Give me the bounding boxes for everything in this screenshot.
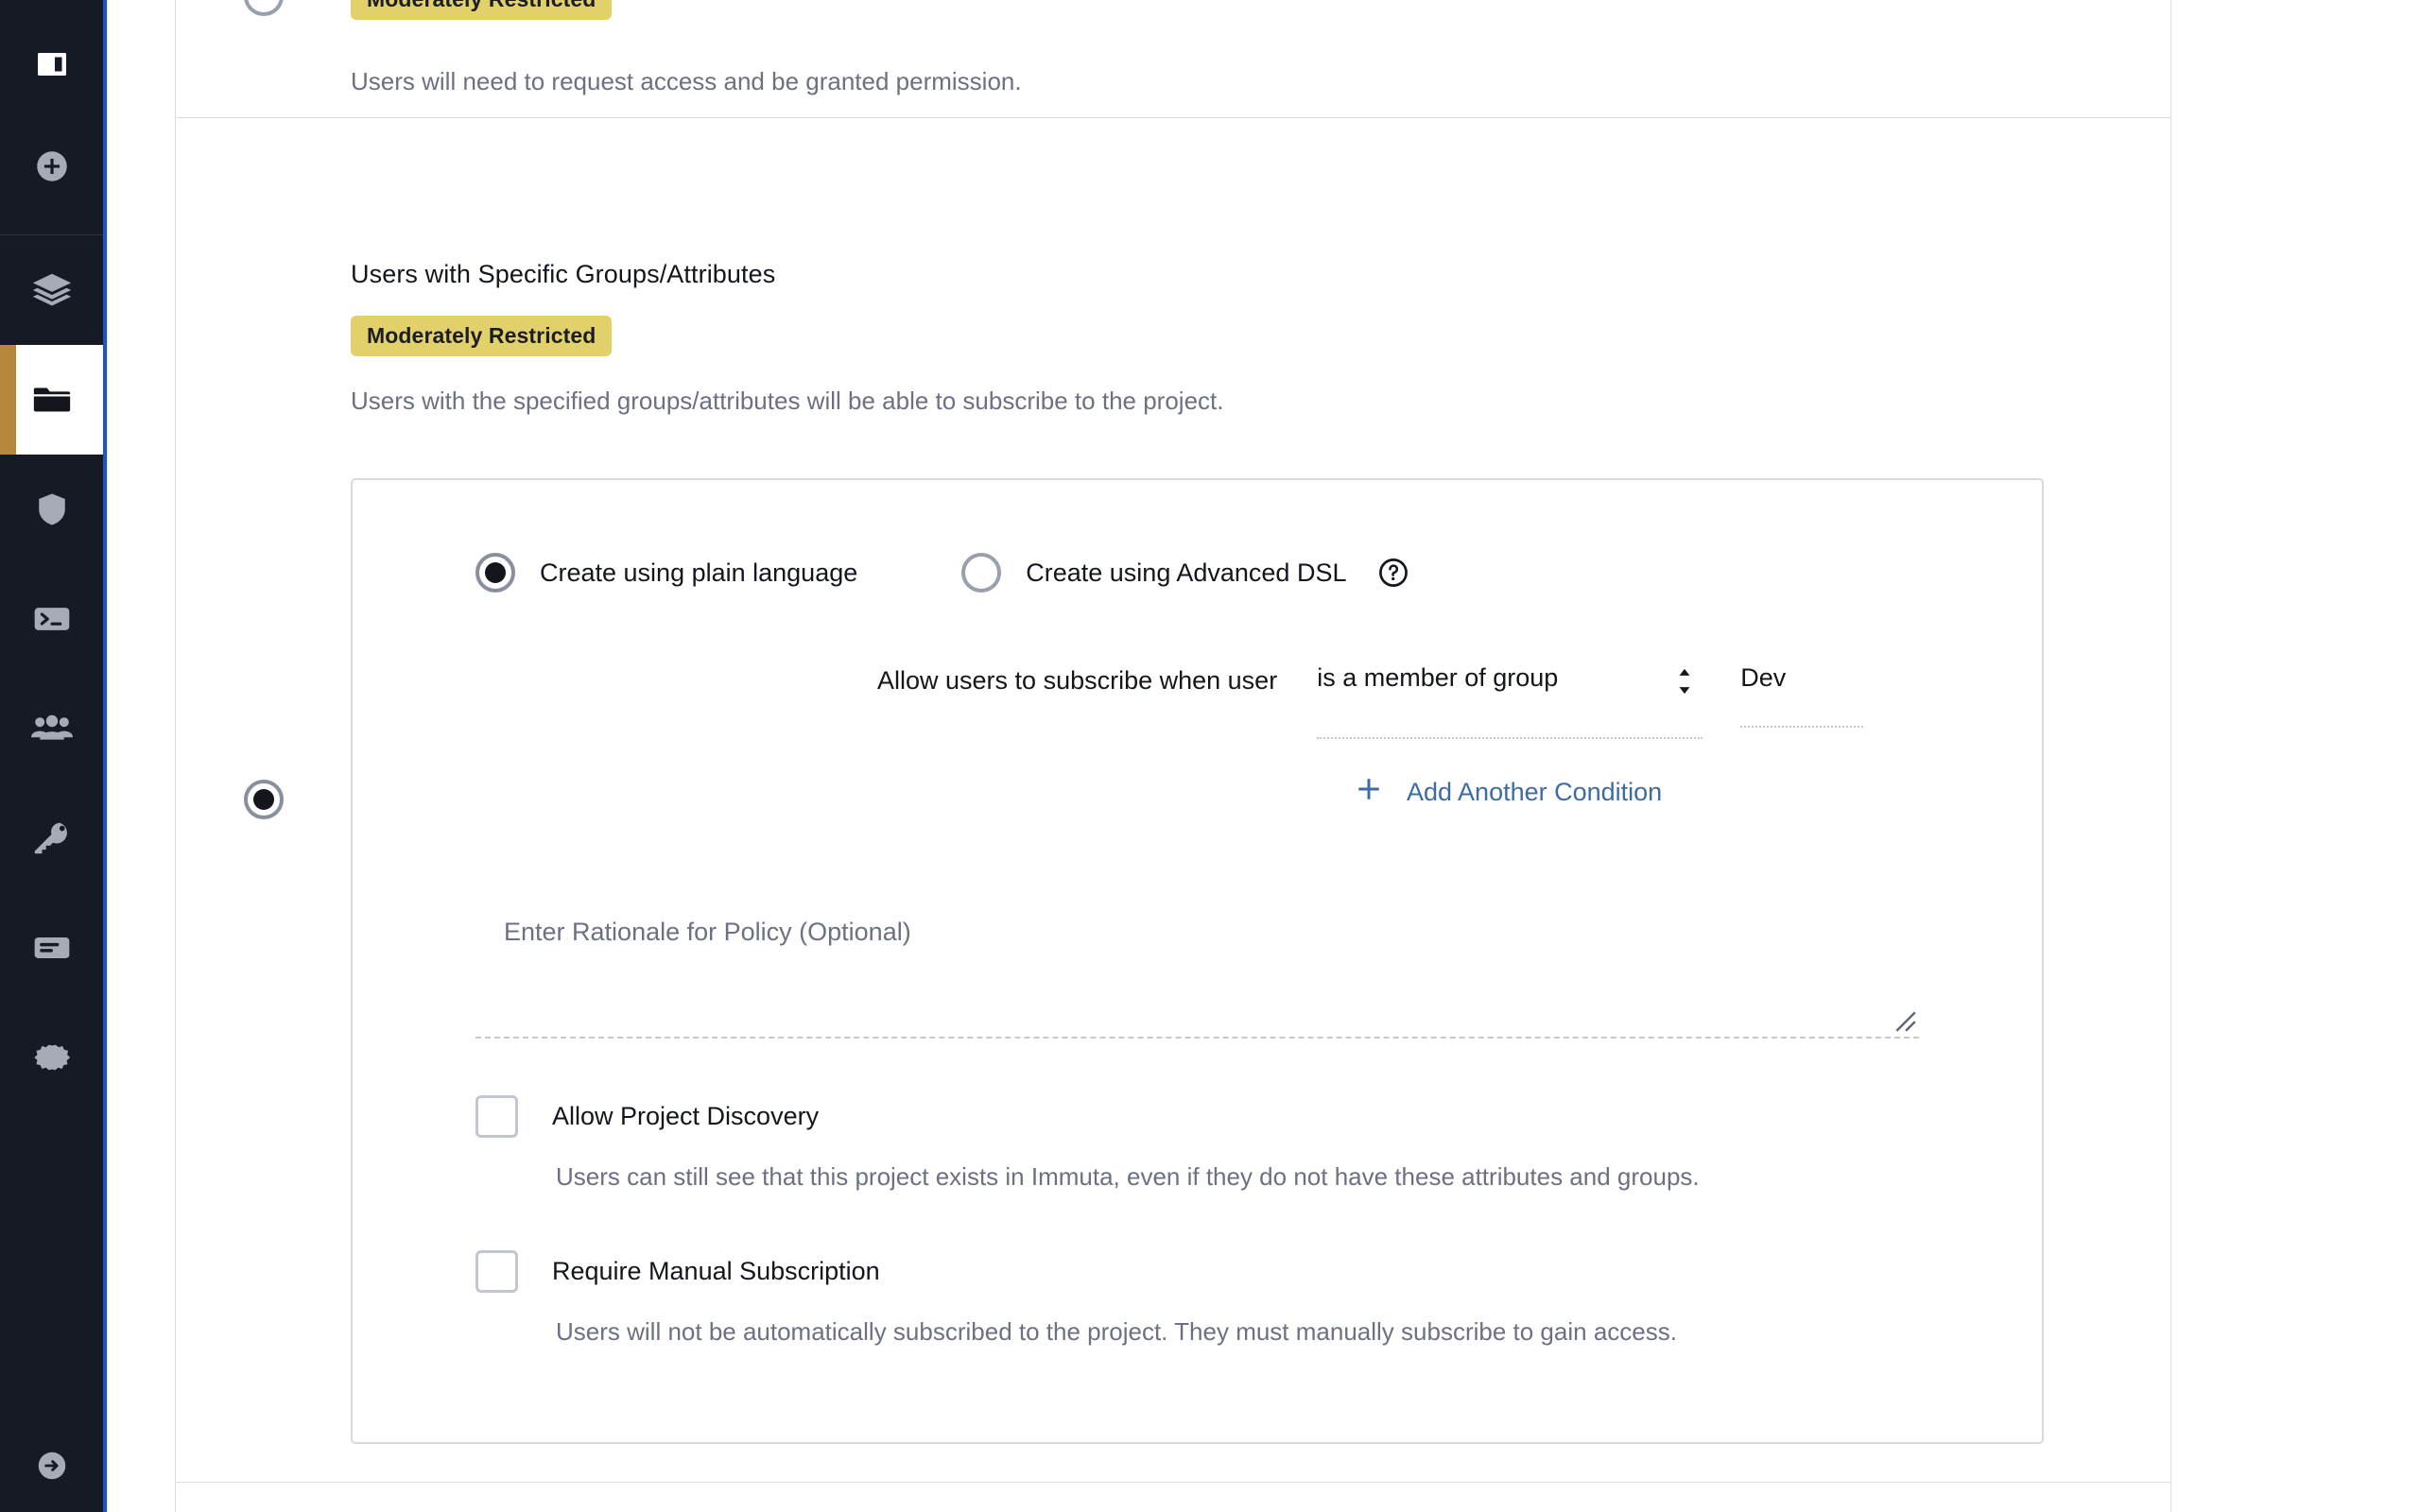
sign-out-icon bbox=[34, 1448, 70, 1484]
panel-toggle-icon bbox=[35, 47, 69, 81]
option-body: Moderately Restricted Users will need to… bbox=[351, 0, 2170, 117]
plus-icon bbox=[1355, 775, 1383, 810]
help-circle-icon[interactable] bbox=[1377, 557, 1409, 589]
condition-row: Allow users to subscribe when user is a … bbox=[353, 593, 2042, 740]
badge-wrap: Moderately Restricted bbox=[351, 316, 2133, 357]
add-another-condition-label: Add Another Condition bbox=[1407, 778, 1663, 807]
left-nav-rail bbox=[0, 0, 107, 1512]
checkbox-require-manual-subscription-description: Users will not be automatically subscrib… bbox=[556, 1317, 1677, 1347]
plus-circle-icon bbox=[32, 146, 72, 186]
checkbox-require-manual-subscription[interactable] bbox=[475, 1250, 518, 1294]
radio-advanced-dsl[interactable] bbox=[961, 553, 1002, 593]
option-radio-column bbox=[176, 118, 351, 1482]
policy-mode-plain-language-label: Create using plain language bbox=[540, 558, 858, 587]
option-body: Individual Users You Select bbox=[351, 1483, 2170, 1512]
checkbox-row-allow-project-discovery[interactable]: Allow Project Discovery bbox=[475, 1095, 2042, 1139]
policy-mode-plain-language[interactable]: Create using plain language bbox=[475, 553, 857, 593]
status-badge: Moderately Restricted bbox=[351, 316, 613, 357]
option-body: Users with Specific Groups/Attributes Mo… bbox=[351, 118, 2170, 1482]
option-radio-column bbox=[176, 0, 351, 117]
status-badge: Moderately Restricted bbox=[351, 0, 613, 21]
main-content-area: Moderately Restricted Users will need to… bbox=[107, 0, 2420, 1512]
policy-builder-card: Create using plain language Create using… bbox=[351, 478, 2044, 1444]
option-row-request-access[interactable]: Moderately Restricted Users will need to… bbox=[176, 0, 2170, 118]
app-root: Moderately Restricted Users will need to… bbox=[0, 0, 2420, 1512]
checkbox-allow-project-discovery-description: Users can still see that this project ex… bbox=[556, 1162, 1700, 1192]
sidebar-item-policies[interactable] bbox=[0, 455, 103, 564]
condition-target-input[interactable]: Dev bbox=[1740, 663, 1864, 729]
option-title: Users with Specific Groups/Attributes bbox=[351, 260, 776, 288]
radio-plain-language[interactable] bbox=[475, 553, 515, 593]
condition-target-value: Dev bbox=[1740, 663, 1787, 693]
option-description: Users will need to request access and be… bbox=[351, 67, 1022, 96]
card-bottom-spacer bbox=[475, 1349, 2042, 1442]
people-icon bbox=[29, 706, 75, 751]
sidebar-item-panel-toggle[interactable] bbox=[0, 17, 103, 112]
subscription-policy-panel: Moderately Restricted Users will need to… bbox=[175, 0, 2171, 1512]
option-row-specific-groups[interactable]: Users with Specific Groups/Attributes Mo… bbox=[176, 118, 2170, 1483]
checkbox-row-require-manual-subscription[interactable]: Require Manual Subscription bbox=[475, 1250, 2042, 1294]
folder-icon bbox=[30, 378, 74, 421]
sidebar-item-access-keys[interactable] bbox=[0, 783, 103, 893]
sidebar-item-query-engine[interactable] bbox=[0, 564, 103, 674]
option-row-individual-users[interactable]: Individual Users You Select bbox=[176, 1483, 2170, 1512]
shield-icon bbox=[31, 489, 73, 530]
condition-operator-value: is a member of group bbox=[1317, 663, 1559, 693]
condition-operator-select[interactable]: is a member of group bbox=[1317, 663, 1703, 740]
checkbox-require-manual-subscription-label: Require Manual Subscription bbox=[552, 1257, 880, 1286]
sidebar-item-audit[interactable] bbox=[0, 893, 103, 1003]
key-icon bbox=[30, 816, 74, 860]
policy-mode-advanced-dsl[interactable]: Create using Advanced DSL bbox=[961, 553, 1346, 593]
checkbox-allow-project-discovery-label: Allow Project Discovery bbox=[552, 1102, 820, 1131]
sidebar-item-data-sources[interactable] bbox=[0, 235, 103, 345]
terminal-icon bbox=[31, 598, 73, 640]
add-another-condition-button[interactable]: Add Another Condition bbox=[353, 739, 2042, 810]
condition-prefix-label: Allow users to subscribe when user bbox=[877, 666, 1278, 696]
document-icon bbox=[31, 927, 73, 969]
sidebar-item-projects[interactable] bbox=[0, 345, 103, 455]
chevron-updown-icon bbox=[1674, 663, 1695, 704]
rail-top-group bbox=[0, 0, 103, 221]
policy-mode-group: Create using plain language Create using… bbox=[353, 480, 2042, 593]
rationale-placeholder: Enter Rationale for Policy (Optional) bbox=[504, 918, 911, 947]
radio-request-access[interactable] bbox=[243, 0, 284, 16]
gear-icon bbox=[30, 1036, 74, 1079]
radio-specific-groups[interactable] bbox=[243, 780, 284, 820]
sidebar-item-add[interactable] bbox=[0, 112, 103, 221]
policy-options-group: Allow Project Discovery Users can still … bbox=[353, 1095, 2042, 1441]
option-description: Users with the specified groups/attribut… bbox=[351, 387, 1224, 416]
sidebar-item-sign-out[interactable] bbox=[0, 1448, 103, 1484]
policy-mode-advanced-dsl-label: Create using Advanced DSL bbox=[1026, 558, 1347, 587]
option-radio-column bbox=[176, 1483, 351, 1512]
checkbox-allow-project-discovery[interactable] bbox=[475, 1095, 518, 1139]
sidebar-item-people[interactable] bbox=[0, 674, 103, 783]
sidebar-item-settings[interactable] bbox=[0, 1003, 103, 1112]
layers-icon bbox=[30, 268, 74, 312]
rationale-textarea[interactable]: Enter Rationale for Policy (Optional) bbox=[475, 895, 1919, 1040]
resize-handle[interactable] bbox=[1893, 1008, 1917, 1033]
